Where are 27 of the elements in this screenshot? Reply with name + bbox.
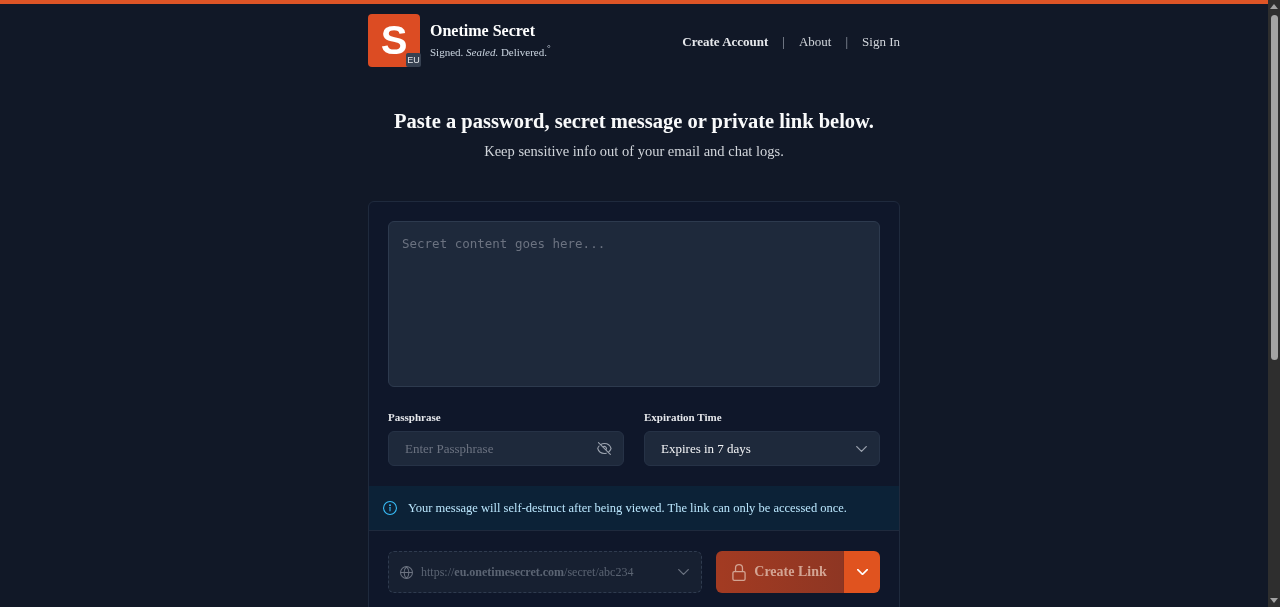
scrollbar-thumb[interactable]	[1270, 15, 1278, 360]
secret-textarea[interactable]: Secret content goes here...	[388, 221, 880, 387]
globe-icon	[400, 565, 413, 579]
region-badge: EU	[406, 53, 421, 67]
scrollbar[interactable]	[1268, 0, 1280, 607]
expiration-select[interactable]: Expires in 7 days	[644, 431, 880, 466]
field-label: Passphrase	[388, 410, 442, 424]
chevron-down-icon	[678, 569, 689, 575]
nav-link[interactable]: Create Account	[682, 33, 769, 50]
page-heading: Paste a password, secret message or private link below.	[394, 109, 874, 133]
scroll-down-icon[interactable]	[1270, 598, 1278, 603]
chevron-down-icon	[856, 445, 867, 452]
notice-text: Your message will self-destruct after being viewed. The link can only be accessed once.	[408, 500, 847, 516]
nav-link[interactable]: About	[798, 33, 832, 50]
site-title: Onetime Secret	[430, 22, 536, 41]
nav-link[interactable]: Sign In	[862, 33, 900, 50]
info-icon	[383, 501, 397, 515]
chevron-down-icon	[856, 569, 868, 575]
field-label: Expiration Time	[644, 410, 723, 424]
passphrase-input[interactable]: Enter Passphrase	[388, 431, 624, 466]
site-tagline: Signed. Sealed. Delivered.$^{°}$	[430, 42, 551, 59]
eye-slash-icon[interactable]	[597, 442, 612, 455]
scroll-up-icon[interactable]	[1270, 4, 1278, 9]
page-subheading: Keep sensitive info out of your email and chat logs.	[484, 142, 784, 160]
nav-separator: |	[782, 33, 785, 50]
lock-icon	[732, 563, 747, 581]
nav-separator: |	[845, 33, 849, 50]
